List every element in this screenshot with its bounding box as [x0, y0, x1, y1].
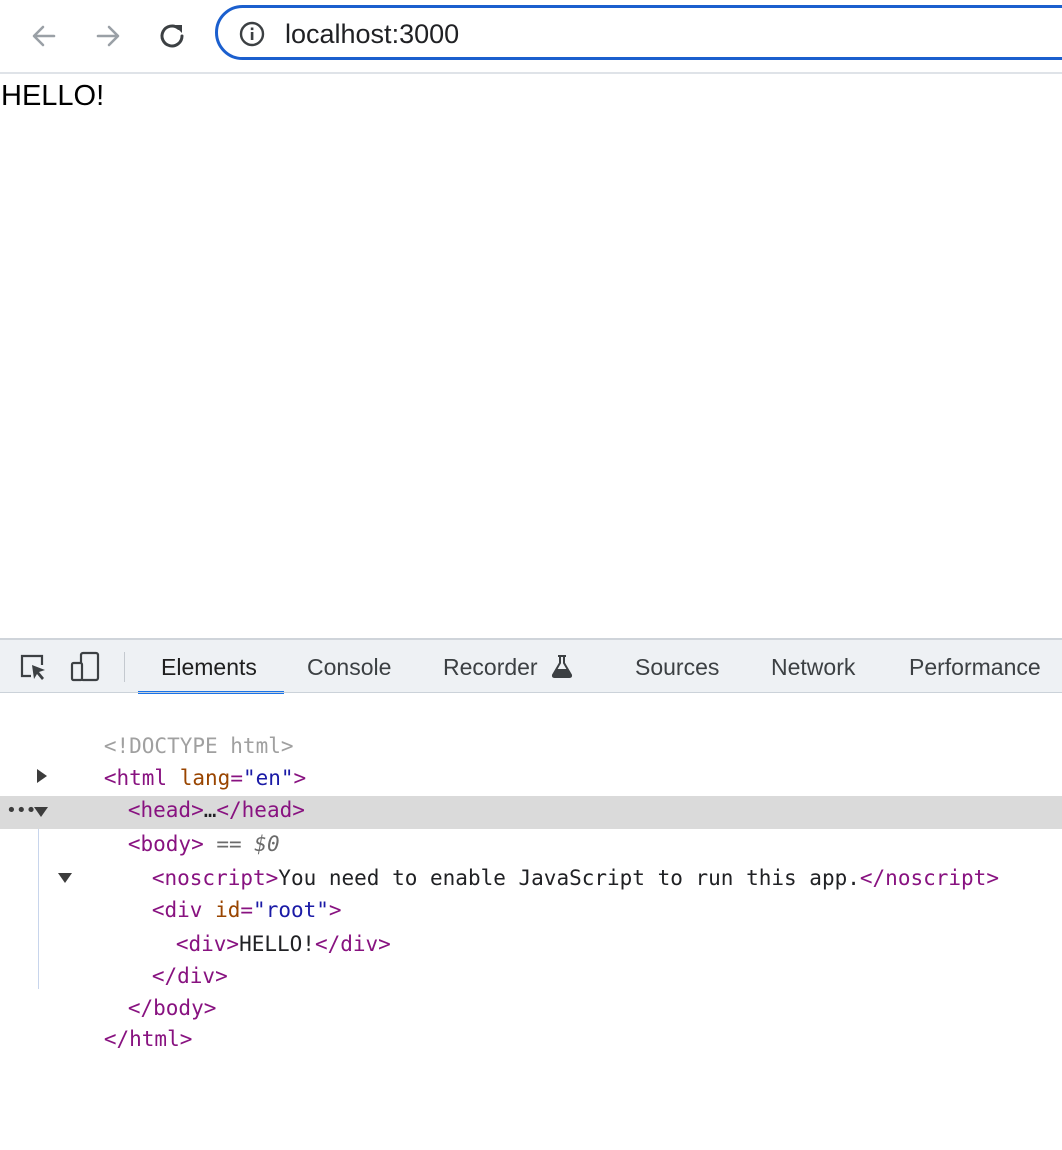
tab-elements[interactable]: Elements — [161, 654, 257, 680]
device-toolbar-button[interactable] — [70, 651, 102, 683]
more-options-icon[interactable]: ••• — [6, 798, 36, 824]
tab-recorder[interactable]: Recorder — [443, 654, 538, 680]
tree-node-doctype[interactable]: <!DOCTYPE html> — [28, 698, 294, 758]
arrow-right-icon — [96, 25, 120, 47]
page-viewport: HELLO! — [0, 74, 1062, 638]
noscript-text: You need to enable JavaScript to run thi… — [278, 866, 860, 890]
collapse-body-toggle[interactable] — [34, 807, 48, 817]
tree-node-div-root[interactable]: <div id="root"> — [76, 862, 342, 922]
tag-inner-div-close: </div> — [314, 932, 391, 956]
flask-icon — [551, 655, 573, 678]
url-text[interactable]: localhost:3000 — [285, 19, 459, 49]
devtools-panel: Elements Console Recorder Sources Networ… — [0, 638, 1062, 1150]
collapse-root-toggle[interactable] — [58, 873, 72, 883]
devtools-tabbar: Elements Console Recorder Sources Networ… — [0, 640, 1062, 694]
forward-button[interactable] — [86, 14, 130, 58]
device-mode-icon — [70, 651, 100, 682]
reload-button[interactable] — [150, 14, 194, 58]
tab-console[interactable]: Console — [307, 654, 391, 680]
tree-node-div-close[interactable]: </div> — [76, 928, 228, 988]
browser-toolbar: localhost:3000 — [0, 0, 1062, 72]
tag-html-close: </html> — [103, 1027, 193, 1051]
tree-node-body[interactable]: <body> == $0 — [52, 796, 280, 856]
tree-guide-line — [38, 829, 39, 989]
tabbar-separator — [124, 652, 125, 682]
arrow-left-icon — [32, 25, 56, 47]
tab-network[interactable]: Network — [771, 654, 855, 680]
info-icon[interactable] — [239, 21, 265, 47]
tab-sources[interactable]: Sources — [635, 654, 719, 680]
tree-node-inner-div[interactable]: <div>HELLO!</div> — [100, 896, 391, 956]
address-bar[interactable]: localhost:3000 — [215, 5, 1062, 60]
inner-div-text: HELLO! — [239, 932, 315, 956]
tree-node-noscript[interactable]: <noscript>You need to enable JavaScript … — [76, 830, 999, 890]
tab-performance[interactable]: Performance — [909, 654, 1041, 680]
tree-node-html[interactable]: <html lang="en"> — [28, 730, 306, 790]
page-hello-text: HELLO! — [1, 80, 105, 112]
tag-noscript-close: </noscript> — [859, 866, 999, 890]
elements-tree: <!DOCTYPE html> <html lang="en"> <head>…… — [0, 693, 1062, 1150]
reload-icon — [160, 24, 184, 48]
inspect-element-button[interactable] — [17, 651, 49, 683]
tree-node-html-close[interactable]: </html> — [28, 991, 193, 1051]
tree-node-body-close[interactable]: </body> — [52, 960, 217, 1020]
back-button[interactable] — [22, 14, 66, 58]
expand-head-toggle[interactable] — [37, 769, 47, 783]
tree-node-head[interactable]: <head>…</head> — [52, 762, 305, 822]
inspect-cursor-icon — [20, 654, 45, 680]
